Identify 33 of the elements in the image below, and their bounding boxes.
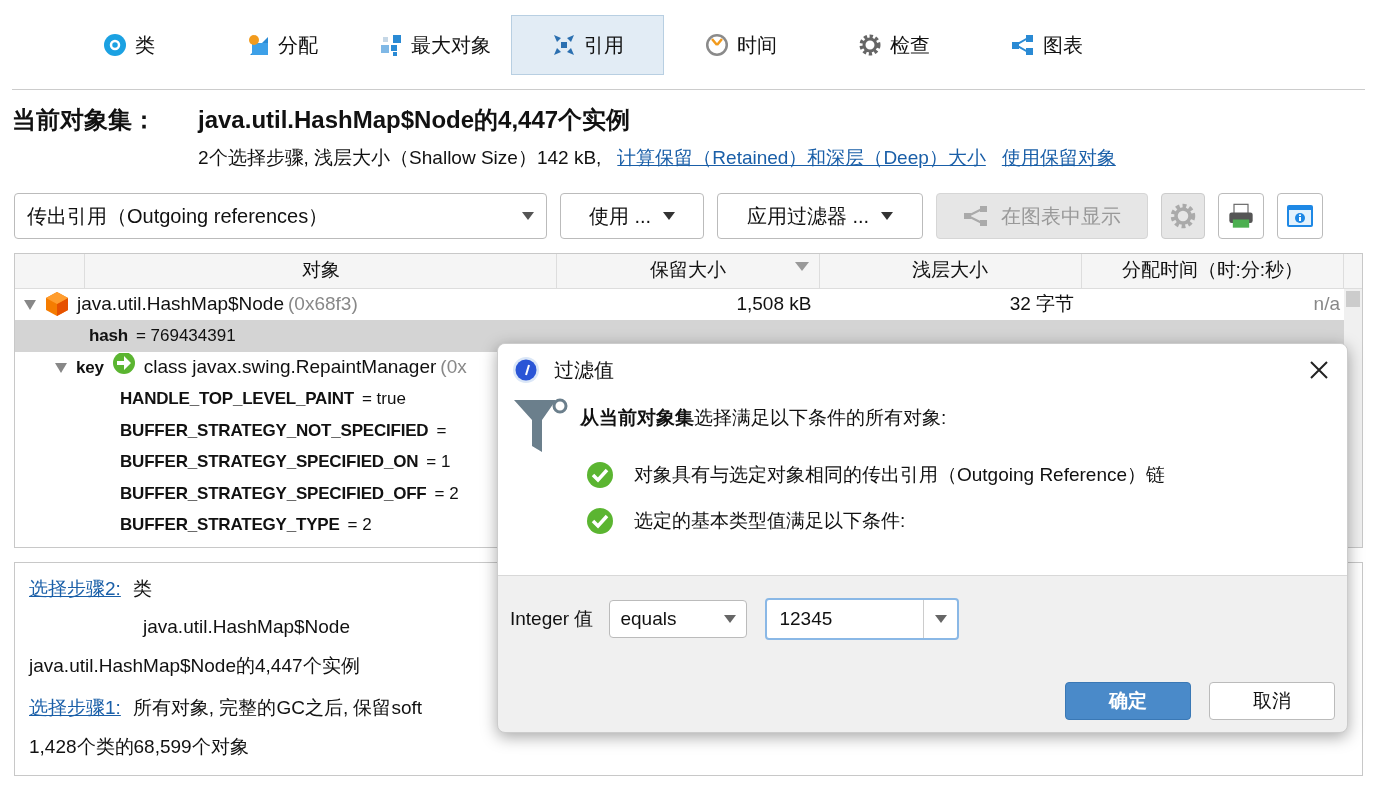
- field-value: class javax.swing.RepaintManager: [143, 355, 437, 379]
- field-value: = 2: [434, 482, 459, 505]
- condition-text: 对象具有与选定对象相同的传出引用（Outgoing Reference）链: [634, 462, 1166, 487]
- field-name: BUFFER_STRATEGY_SPECIFIED_ON: [120, 451, 419, 473]
- field-value: = true: [361, 388, 406, 410]
- field-value: =: [436, 419, 447, 442]
- step-text: 所有对象, 完整的GC之后, 保留soft: [132, 696, 423, 720]
- field-value: = 1: [426, 451, 451, 473]
- field-value: = 769434391: [135, 325, 236, 347]
- shallow-size: 32 字节: [1008, 292, 1076, 316]
- step-result: 1,428个类的68,599个对象: [29, 734, 249, 759]
- step-text: 类: [132, 576, 152, 601]
- field-label: Integer 值: [510, 606, 594, 631]
- allocation-time: n/a: [1312, 292, 1341, 316]
- object-set-title: java.util.HashMap$Node的4,447个实例: [198, 105, 631, 135]
- field-name: BUFFER_STRATEGY_NOT_SPECIFIED: [120, 419, 429, 442]
- step-result: java.util.HashMap$Node的4,447个实例: [29, 653, 360, 678]
- condition-text: 选定的基本类型值满足以下条件:: [634, 508, 906, 533]
- field-name: hash: [89, 325, 128, 347]
- dialog-title: 过滤值: [554, 358, 614, 383]
- field-name: BUFFER_STRATEGY_SPECIFIED_OFF: [120, 482, 427, 505]
- retained-size: 1,508 kB: [735, 292, 813, 316]
- field-name: HANDLE_TOP_LEVEL_PAINT: [120, 388, 354, 410]
- section-label: 当前对象集：: [12, 105, 157, 135]
- step-detail: java.util.HashMap$Node: [143, 615, 350, 639]
- summary-text: 2个选择步骤, 浅层大小（Shallow Size）142 kB,: [198, 146, 602, 170]
- field-name: BUFFER_STRATEGY_TYPE: [120, 514, 340, 536]
- object-address: (0x68f3): [288, 292, 358, 316]
- field-name: key: [76, 356, 104, 379]
- dialog-heading: 从当前对象集选择满足以下条件的所有对象:: [580, 406, 947, 430]
- field-value: = 2: [347, 514, 372, 536]
- object-name: java.util.HashMap$Node: [77, 292, 284, 316]
- object-address: (0x: [440, 355, 467, 379]
